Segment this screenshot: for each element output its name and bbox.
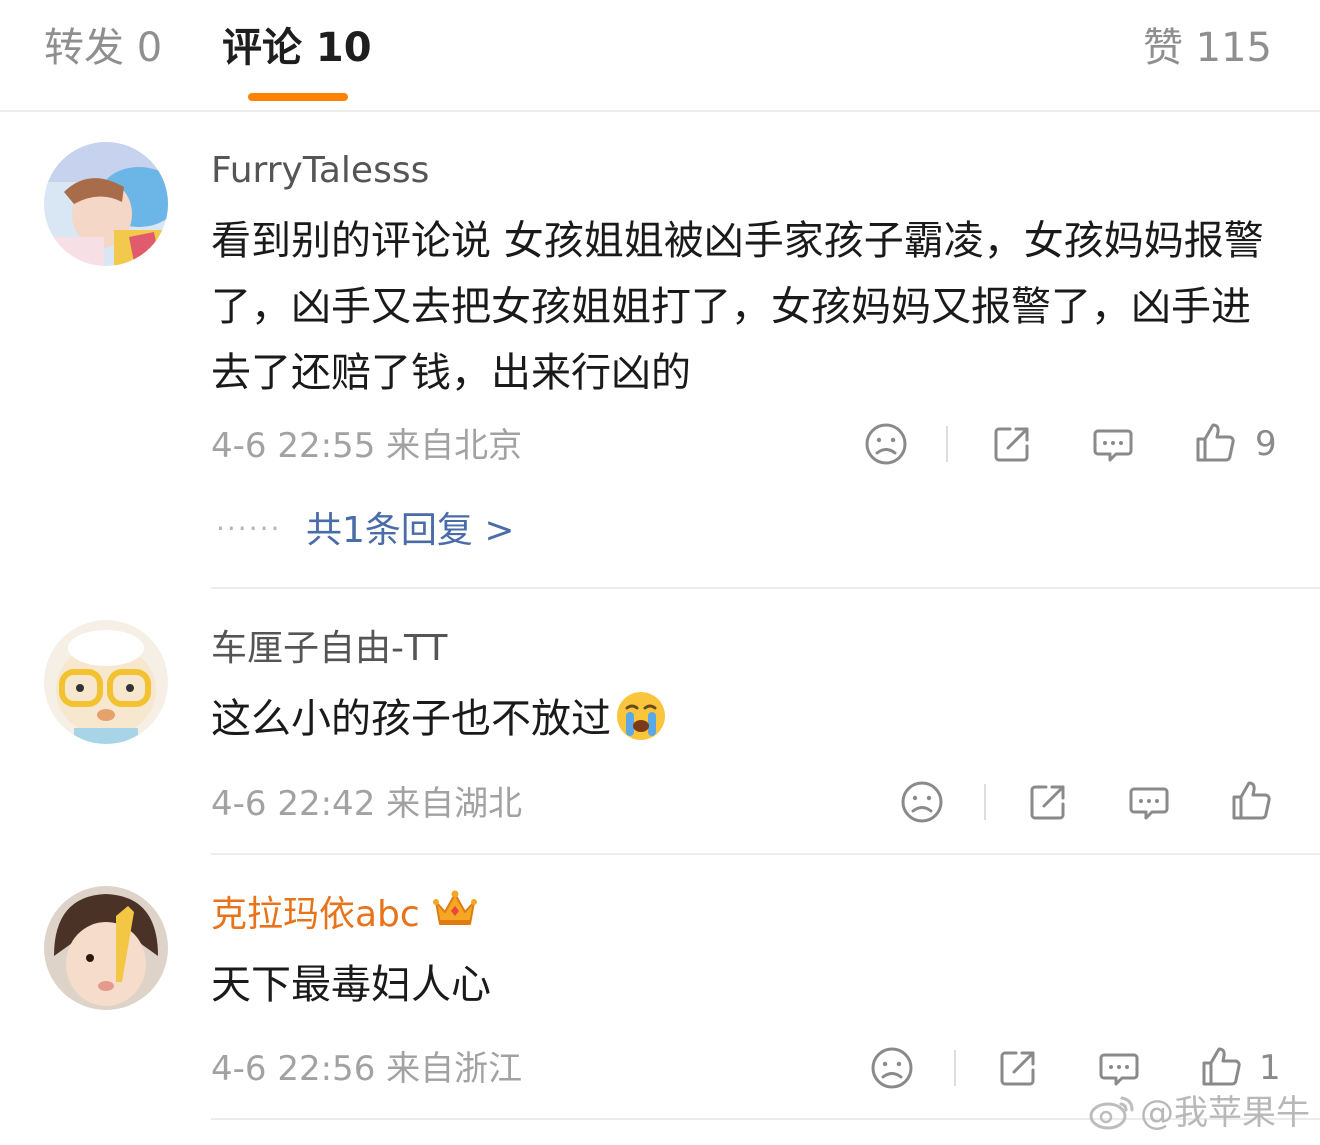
like-icon[interactable] xyxy=(1193,420,1237,464)
share-icon[interactable] xyxy=(1026,780,1070,824)
username[interactable]: 车厘子自由-TT xyxy=(211,624,447,674)
comment-text-line: 这么小的孩子也不放过 xyxy=(211,686,1271,762)
avatar[interactable] xyxy=(44,886,168,1010)
view-replies-link[interactable]: 共1条回复 > xyxy=(306,506,515,556)
sad-face-icon[interactable] xyxy=(864,422,908,466)
crying-emoji-icon xyxy=(615,690,667,762)
tab-repost[interactable]: 转发 0 xyxy=(44,20,162,76)
watermark-text: @我苹果牛 xyxy=(1140,1093,1310,1133)
comment-tabs: 转发 0 评论 10 赞 115 xyxy=(0,0,1320,112)
weibo-logo-icon xyxy=(1089,1096,1134,1130)
comment-meta: 4-6 22:55 来自北京 xyxy=(211,426,523,466)
like-icon[interactable] xyxy=(1229,778,1273,822)
like-count: 9 xyxy=(1255,424,1277,464)
username[interactable]: 克拉玛依abc xyxy=(211,894,420,935)
like-icon[interactable] xyxy=(1199,1044,1243,1088)
comment-text: 看到别的评论说 女孩姐姐被凶手家孩子霸凌，女孩妈妈报警了，凶手又去把女孩姐姐打了… xyxy=(211,218,1264,396)
sad-face-icon[interactable] xyxy=(900,780,944,824)
share-icon[interactable] xyxy=(990,422,1034,466)
comment-divider xyxy=(211,853,1320,855)
avatar[interactable] xyxy=(44,142,168,266)
tab-likes[interactable]: 赞 115 xyxy=(1143,20,1272,76)
username[interactable]: FurryTalesss xyxy=(211,146,429,196)
comment-icon[interactable] xyxy=(1127,780,1171,824)
like-count: 1 xyxy=(1259,1048,1281,1088)
username-vip[interactable]: 克拉玛依abc xyxy=(211,888,478,944)
comment-text: 这么小的孩子也不放过 xyxy=(211,696,611,742)
comment-icon[interactable] xyxy=(1097,1046,1141,1090)
action-divider xyxy=(946,426,948,462)
crown-icon xyxy=(432,888,478,944)
comment-divider xyxy=(211,587,1320,589)
sad-face-icon[interactable] xyxy=(870,1046,914,1090)
reply-dots: ······ xyxy=(216,512,282,545)
action-divider xyxy=(984,784,986,820)
tab-comments[interactable]: 评论 10 xyxy=(222,20,372,76)
comment-meta: 4-6 22:42 来自湖北 xyxy=(211,784,523,824)
active-tab-indicator xyxy=(248,93,348,101)
comment-meta: 4-6 22:56 来自浙江 xyxy=(211,1049,523,1089)
share-icon[interactable] xyxy=(996,1046,1040,1090)
action-divider xyxy=(954,1050,956,1086)
comment-icon[interactable] xyxy=(1091,422,1135,466)
watermark: @我苹果牛 xyxy=(1088,1088,1310,1138)
comment-text: 天下最毒妇人心 xyxy=(211,962,491,1008)
avatar[interactable] xyxy=(44,620,168,744)
